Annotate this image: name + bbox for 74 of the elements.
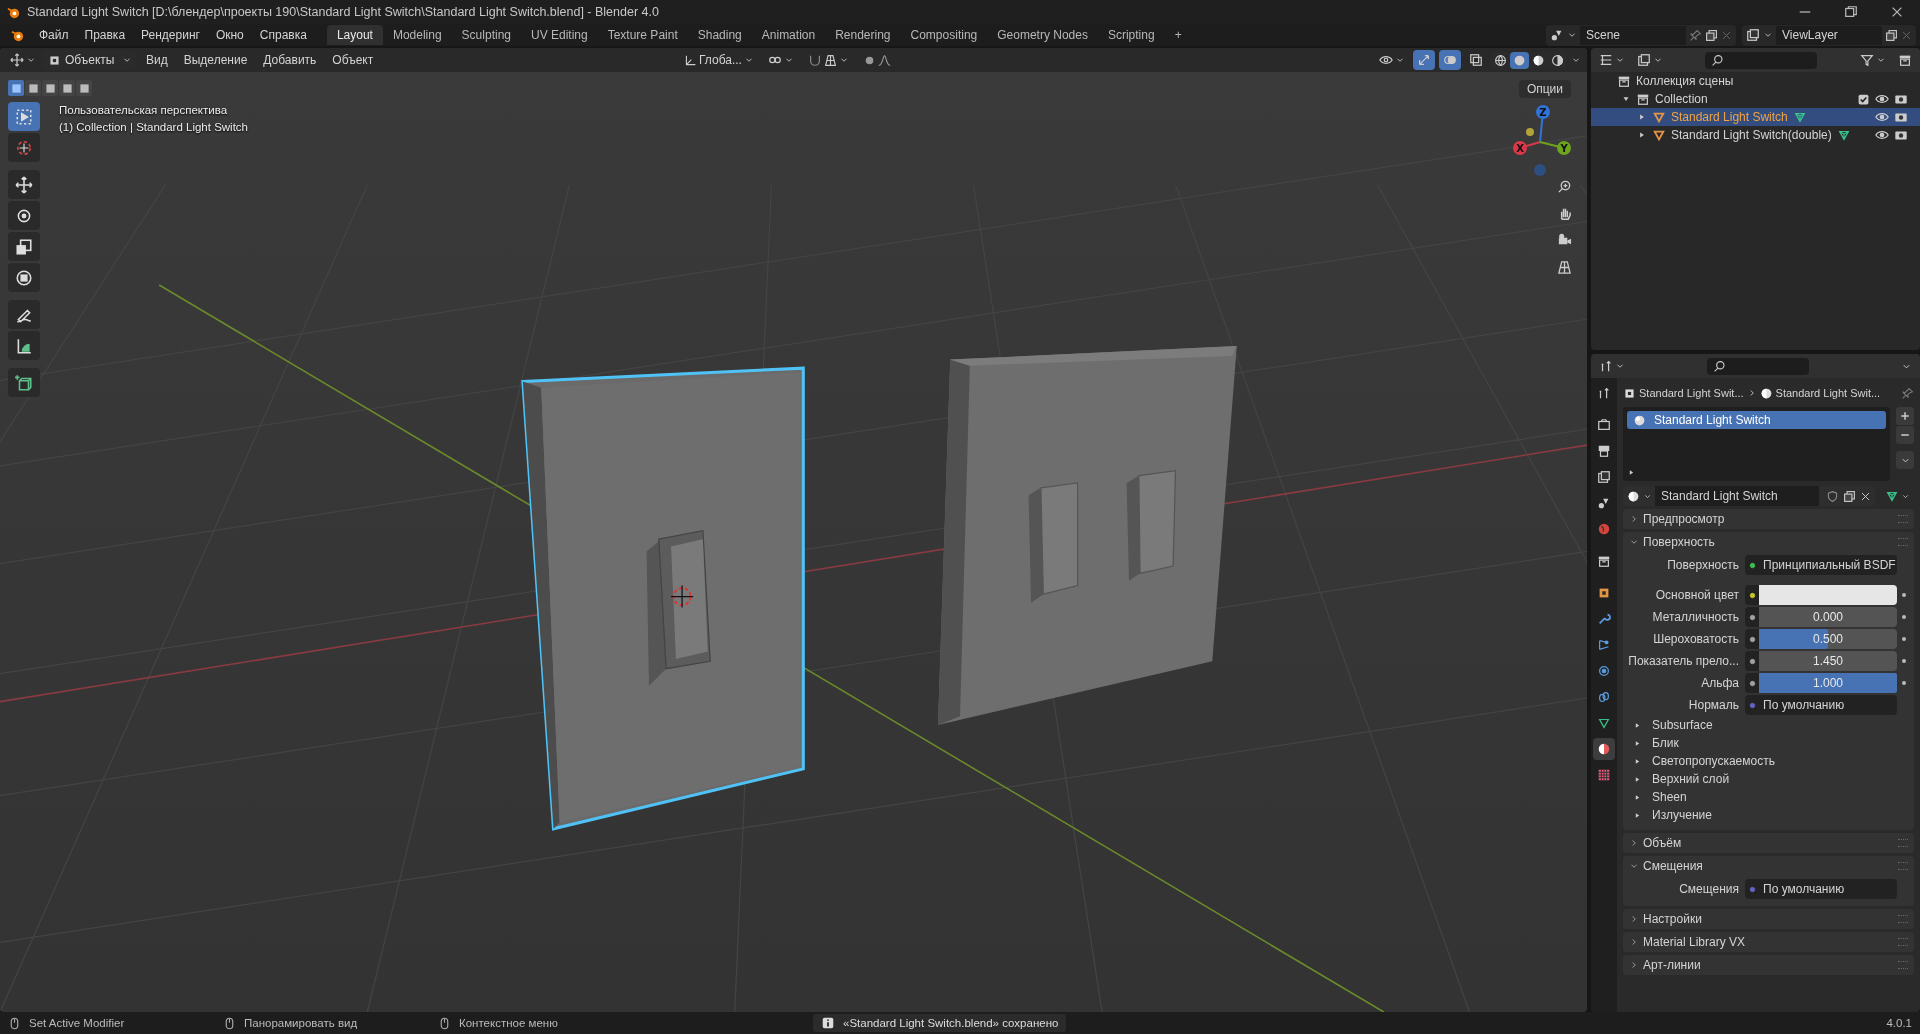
field-label: Поверхность: [1666, 558, 1740, 572]
viewport-info-text: Пользовательская перспектива: [59, 103, 229, 118]
orientation-dropdown[interactable]: Глоба...: [680, 50, 758, 70]
workspace-tab[interactable]: Texture Paint: [597, 25, 688, 45]
field-label: Альфа: [1700, 676, 1740, 690]
status-message: «Standard Light Switch.blend» сохранено: [843, 1017, 1059, 1029]
panel-header[interactable]: Смещения: [1623, 856, 1914, 876]
subpanel-header[interactable]: Блик: [1623, 734, 1914, 752]
subpanel-header[interactable]: Subsurface: [1623, 716, 1914, 734]
breadcrumb-item: Standard Light Swit...: [1639, 387, 1744, 399]
menu-item[interactable]: Файл: [31, 25, 77, 45]
subpanel-header[interactable]: Верхний слой: [1623, 770, 1914, 788]
shader-dropdown[interactable]: По умолчанию: [1759, 695, 1897, 715]
menu-item[interactable]: Справка: [251, 25, 315, 45]
tree-item[interactable]: Standard Light Switch(double): [1671, 128, 1832, 142]
axis-label: Y: [1560, 143, 1568, 154]
shader-dropdown[interactable]: Принципиальный BSDF: [1759, 555, 1897, 575]
viewport-info-text: (1) Collection | Standard Light Switch: [59, 120, 248, 135]
value-slider[interactable]: 1.000: [1759, 673, 1897, 693]
subpanel-header[interactable]: Излучение: [1623, 806, 1914, 824]
workspace-tab[interactable]: Geometry Nodes: [987, 25, 1098, 45]
menu-item[interactable]: Выделение: [177, 50, 254, 70]
value-slider[interactable]: 0.000: [1759, 607, 1897, 627]
workspace-tab[interactable]: Animation: [751, 25, 826, 45]
axis-label: Z: [1539, 107, 1547, 118]
menu-item[interactable]: Правка: [76, 25, 134, 45]
workspace-tab[interactable]: Shading: [687, 25, 752, 45]
workspace-tab[interactable]: Scripting: [1097, 25, 1165, 45]
field-label: Металличность: [1651, 610, 1740, 624]
tree-item[interactable]: Коллекция сцены: [1636, 74, 1734, 88]
tree-item[interactable]: Standard Light Switch: [1671, 110, 1788, 124]
field-label: Нормаль: [1687, 698, 1740, 712]
number-field[interactable]: 1.450: [1759, 651, 1897, 671]
shader-dropdown[interactable]: По умолчанию: [1759, 879, 1897, 899]
workspace-tab[interactable]: Layout: [326, 25, 383, 45]
panel-header[interactable]: Поверхность: [1623, 532, 1914, 552]
workspace-tab[interactable]: Sculpting: [451, 25, 521, 45]
field-label: Смещения: [1678, 882, 1740, 896]
menu-item[interactable]: Объект: [326, 50, 380, 70]
field-label: Шероховатость: [1652, 632, 1740, 646]
panel-header[interactable]: Предпросмотр: [1623, 509, 1914, 529]
material-slot[interactable]: Standard Light Switch: [1627, 411, 1886, 429]
field-label: Основной цвет: [1654, 588, 1740, 602]
axis-label: X: [1516, 143, 1524, 154]
tree-item[interactable]: Collection: [1655, 92, 1708, 106]
field-label: Показатель прело...: [1627, 654, 1740, 668]
status-hint: Панорамировать вид: [244, 1017, 358, 1029]
add-workspace-button[interactable]: +: [1164, 25, 1192, 45]
panel-header[interactable]: Арт-линии: [1623, 955, 1914, 975]
outliner-row[interactable]: Standard Light Switch: [1591, 108, 1920, 126]
panel-header[interactable]: Material Library VX: [1623, 932, 1914, 952]
subpanel-header[interactable]: Sheen: [1623, 788, 1914, 806]
panel-header[interactable]: Настройки: [1623, 909, 1914, 929]
menu-item[interactable]: Добавить: [257, 50, 323, 70]
material-selector[interactable]: Standard Light Switch: [1623, 486, 1875, 506]
menu-item[interactable]: Рендеринг: [133, 25, 208, 45]
workspace-tab[interactable]: Rendering: [825, 25, 901, 45]
value-slider[interactable]: 0.500: [1759, 629, 1897, 649]
scene-selector[interactable]: Scene: [1546, 24, 1736, 46]
workspace-tab[interactable]: Modeling: [382, 25, 452, 45]
workspace-tab[interactable]: Compositing: [900, 25, 988, 45]
breadcrumb-item: Standard Light Swit...: [1775, 387, 1881, 399]
status-hint: Set Active Modifier: [29, 1017, 125, 1029]
options-dropdown[interactable]: Опции: [1518, 80, 1571, 98]
window-title: Standard Light Switch [D:\блендер\проекты 190\Standard Light Switch\Standard Light Switch.blend] - Blender 4.0: [27, 5, 659, 19]
panel-header[interactable]: Объём: [1623, 833, 1914, 853]
menu-item[interactable]: Окно: [207, 25, 252, 45]
menu-item[interactable]: Вид: [140, 50, 174, 70]
status-hint: Контекстное меню: [459, 1017, 558, 1029]
view-layer-selector[interactable]: ViewLayer: [1742, 24, 1916, 46]
version-label: 4.0.1: [1886, 1017, 1912, 1029]
outliner-row[interactable]: Standard Light Switch(double): [1591, 126, 1920, 144]
workspace-tab[interactable]: UV Editing: [521, 25, 598, 45]
subpanel-header[interactable]: Светопропускаемость: [1623, 752, 1914, 770]
